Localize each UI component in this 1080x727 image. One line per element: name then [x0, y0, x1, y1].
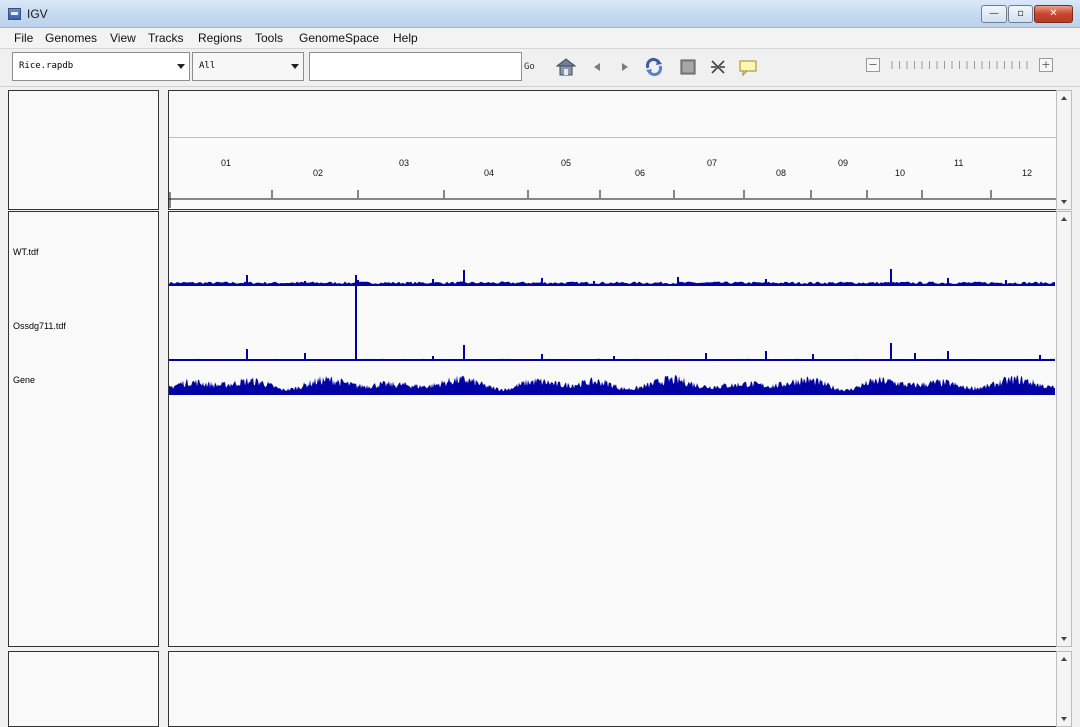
coverage-spike	[1005, 280, 1007, 285]
chromosome-label[interactable]: 01	[221, 158, 231, 168]
coverage-spike	[463, 345, 465, 360]
coverage-spike	[947, 351, 949, 360]
genome-dropdown-value: Rice.rapdb	[19, 61, 74, 71]
chromosome-ruler: 01 02 03 04 05 06 07 08 09 10 11 12	[169, 137, 1056, 210]
scroll-down-icon[interactable]	[1061, 717, 1067, 721]
forward-icon[interactable]	[614, 57, 634, 77]
menu-bar: File Genomes View Tracks Regions Tools G…	[0, 28, 1080, 49]
data-panel[interactable]	[168, 211, 1056, 647]
coverage-spike	[890, 269, 892, 285]
coverage-spike	[246, 349, 248, 360]
coverage-spike	[541, 354, 543, 360]
coverage-spike	[677, 277, 679, 285]
menu-regions[interactable]: Regions	[198, 31, 242, 45]
refresh-icon[interactable]	[644, 57, 664, 77]
close-button[interactable]: ✕	[1034, 5, 1073, 23]
coverage-spike	[914, 353, 916, 360]
feature-panel[interactable]	[168, 651, 1056, 727]
chromosome-label[interactable]: 03	[399, 158, 409, 168]
chromosome-label[interactable]: 11	[954, 158, 963, 168]
chromosome-label[interactable]: 04	[484, 168, 494, 178]
chromosome-dropdown-value: All	[199, 61, 216, 71]
chromosome-dropdown[interactable]: All	[192, 52, 304, 81]
go-button[interactable]: Go	[524, 62, 535, 72]
zoom-in-button[interactable]: +	[1039, 58, 1053, 72]
chromosome-label[interactable]: 06	[635, 168, 645, 178]
menu-tracks[interactable]: Tracks	[148, 31, 184, 45]
header-scrollbar[interactable]	[1056, 90, 1072, 210]
menu-view[interactable]: View	[110, 31, 136, 45]
data-scrollbar[interactable]	[1056, 211, 1072, 647]
locus-search-input[interactable]	[309, 52, 522, 81]
chromosome-label[interactable]: 02	[313, 168, 323, 178]
select-region-icon[interactable]	[708, 57, 728, 77]
menu-genomespace[interactable]: GenomeSpace	[299, 31, 379, 45]
track-name-ossdg711[interactable]: Ossdg711.tdf	[13, 321, 66, 331]
coverage-spike	[765, 279, 767, 285]
coverage-spike	[246, 275, 248, 285]
coverage-spike	[357, 280, 359, 285]
home-icon[interactable]	[556, 57, 576, 77]
ruler-panel[interactable]: 01 02 03 04 05 06 07 08 09 10 11 12	[168, 90, 1056, 210]
maximize-button[interactable]: ▫	[1008, 5, 1033, 23]
toolbar: Rice.rapdb All Go − +	[0, 49, 1080, 87]
chromosome-label[interactable]: 09	[838, 158, 848, 168]
track-name-wt[interactable]: WT.tdf	[13, 247, 39, 257]
coverage-spike	[705, 353, 707, 360]
menu-genomes[interactable]: Genomes	[45, 31, 97, 45]
coverage-spike	[541, 278, 543, 285]
feature-scrollbar[interactable]	[1056, 651, 1072, 727]
coverage-spike	[1039, 355, 1041, 360]
chromosome-label[interactable]: 12	[1022, 168, 1032, 178]
chromosome-label[interactable]: 08	[776, 168, 786, 178]
igv-app-icon	[8, 8, 21, 20]
coverage-spike	[432, 279, 434, 285]
tracks-svg	[169, 269, 1055, 395]
resize-to-window-icon[interactable]	[678, 57, 698, 77]
minimize-button[interactable]: —	[981, 5, 1007, 23]
popup-info-icon[interactable]	[738, 57, 758, 77]
scroll-down-icon[interactable]	[1061, 200, 1067, 204]
scroll-up-icon[interactable]	[1061, 96, 1067, 100]
coverage-spike	[947, 278, 949, 285]
coverage-spike	[304, 353, 306, 360]
chromosome-label[interactable]: 10	[895, 168, 905, 178]
chevron-down-icon	[177, 64, 185, 69]
feature-name-panel	[8, 651, 159, 727]
ossdg711-coverage-track[interactable]	[169, 275, 1055, 361]
back-icon[interactable]	[588, 57, 608, 77]
scroll-up-icon[interactable]	[1061, 217, 1067, 221]
track-name-gene[interactable]: Gene	[13, 375, 35, 385]
ruler-svg: 01 02 03 04 05 06 07 08 09 10 11 12	[169, 158, 1056, 208]
menu-file[interactable]: File	[14, 31, 33, 45]
gene-density-track[interactable]	[169, 375, 1055, 395]
scroll-up-icon[interactable]	[1061, 657, 1067, 661]
scroll-down-icon[interactable]	[1061, 637, 1067, 641]
data-name-panel: WT.tdf Ossdg711.tdf Gene	[8, 211, 159, 647]
coverage-spike	[355, 275, 357, 360]
chromosome-label[interactable]: 05	[561, 158, 571, 168]
genome-dropdown[interactable]: Rice.rapdb	[12, 52, 190, 81]
coverage-spike	[765, 351, 767, 360]
window-title: IGV	[27, 7, 48, 21]
chevron-down-icon	[291, 64, 299, 69]
header-name-panel	[8, 90, 159, 210]
chromosome-label[interactable]: 07	[707, 158, 717, 168]
menu-tools[interactable]: Tools	[255, 31, 283, 45]
coverage-spike	[304, 281, 306, 285]
wt-coverage-track[interactable]	[169, 269, 1055, 286]
coverage-spike	[432, 356, 434, 360]
menu-help[interactable]: Help	[393, 31, 418, 45]
zoom-out-button[interactable]: −	[866, 58, 880, 72]
coverage-spike	[890, 343, 892, 360]
coverage-spike	[593, 281, 595, 285]
coverage-spike	[613, 356, 615, 360]
zoom-slider[interactable]	[888, 60, 1032, 70]
title-bar: IGV — ▫ ✕	[0, 0, 1080, 28]
coverage-spike	[812, 354, 814, 360]
coverage-spike	[463, 270, 465, 285]
